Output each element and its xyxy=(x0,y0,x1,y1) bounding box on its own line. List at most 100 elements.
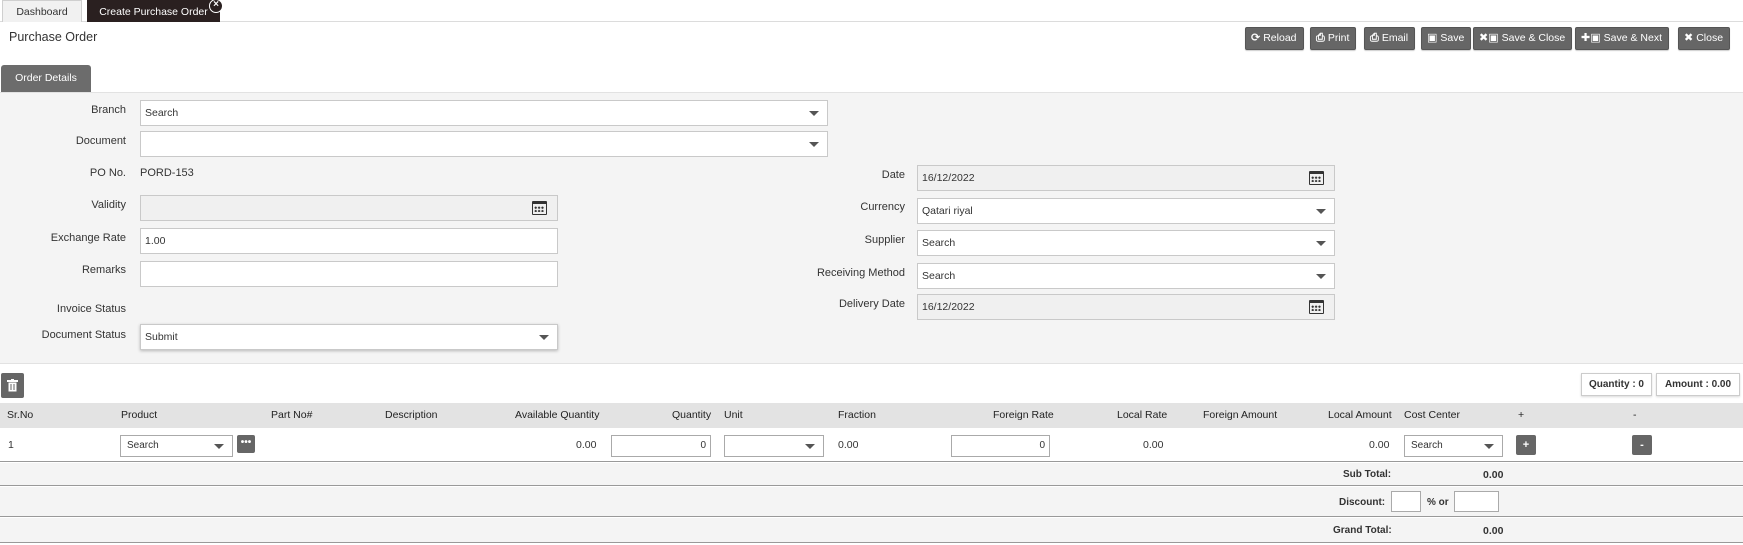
col-description: Description xyxy=(385,409,438,421)
col-local-amount: Local Amount xyxy=(1328,409,1392,421)
save-close-button[interactable]: ✖▣ Save & Close xyxy=(1473,27,1573,50)
receiving-method-select[interactable]: Search xyxy=(917,263,1335,289)
row-local-rate: 0.00 xyxy=(1143,439,1164,451)
table-row: 1 Search ••• 0.00 0 0.00 0 0.00 0.00 Sea… xyxy=(0,428,1743,462)
document-status-select[interactable]: Submit xyxy=(140,324,558,350)
reload-button[interactable]: ⟳ Reload xyxy=(1245,27,1304,50)
discount-percent-input[interactable] xyxy=(1391,491,1421,512)
foreign-rate-input[interactable]: 0 xyxy=(951,435,1050,457)
x-floppy-icon: ✖▣ xyxy=(1479,32,1499,44)
col-remove: - xyxy=(1633,409,1637,421)
remarks-field[interactable] xyxy=(140,261,558,287)
discount-label: Discount: xyxy=(1339,497,1386,508)
currency-select[interactable]: Qatari riyal xyxy=(917,198,1335,224)
grid-header: Sr.No Product Part No# Description Avail… xyxy=(0,403,1743,428)
floppy-icon: ▣ xyxy=(1427,32,1438,44)
chevron-down-icon xyxy=(809,111,819,116)
printer-icon: ⎙ xyxy=(1370,32,1379,44)
row-local-amount: 0.00 xyxy=(1369,439,1390,451)
calendar-icon[interactable] xyxy=(532,201,547,215)
product-lookup-button[interactable]: ••• xyxy=(237,435,255,453)
exchange-rate-field[interactable]: 1.00 xyxy=(140,228,558,254)
exchange-rate-label: Exchange Rate xyxy=(50,232,126,244)
print-button[interactable]: ⎙ Print xyxy=(1310,27,1357,50)
refresh-icon: ⟳ xyxy=(1251,32,1261,44)
chevron-down-icon xyxy=(805,444,815,449)
close-circle-icon[interactable]: × xyxy=(209,0,223,13)
chevron-down-icon xyxy=(1316,241,1326,246)
col-local-rate: Local Rate xyxy=(1117,409,1168,421)
trash-icon xyxy=(7,379,18,392)
grand-total-row: Grand Total: 0.00 xyxy=(0,518,1743,543)
product-select[interactable]: Search xyxy=(120,435,233,457)
remove-row-button[interactable]: - xyxy=(1632,435,1652,455)
quantity-summary: Quantity : 0 xyxy=(1581,373,1652,396)
col-cost-center: Cost Center xyxy=(1404,409,1461,421)
document-status-label: Document Status xyxy=(41,329,126,341)
col-part-no: Part No# xyxy=(271,409,313,421)
row-available-quantity: 0.00 xyxy=(576,439,597,451)
row-sr-no: 1 xyxy=(8,439,14,451)
col-fraction: Fraction xyxy=(838,409,876,421)
chevron-down-icon xyxy=(539,335,549,340)
grand-total-label: Grand Total: xyxy=(1333,525,1392,536)
discount-or-label: % or xyxy=(1427,497,1449,508)
receiving-method-label: Receiving Method xyxy=(816,267,905,279)
cost-center-select[interactable]: Search xyxy=(1404,435,1503,457)
chevron-down-icon xyxy=(1316,274,1326,279)
ellipsis-icon: ••• xyxy=(240,437,252,448)
tab-create-purchase-order[interactable]: Create Purchase Order xyxy=(87,0,220,22)
delete-row-button[interactable] xyxy=(1,373,24,398)
page-title: Purchase Order xyxy=(9,30,98,44)
printer-icon: ⎙ xyxy=(1316,32,1325,44)
supplier-label: Supplier xyxy=(864,234,905,246)
quantity-input[interactable]: 0 xyxy=(611,435,711,457)
email-button[interactable]: ⎙ Email xyxy=(1364,27,1416,50)
date-field[interactable]: 16/12/2022 xyxy=(917,165,1335,191)
calendar-icon[interactable] xyxy=(1309,300,1324,314)
col-quantity: Quantity xyxy=(672,409,712,421)
col-foreign-amount: Foreign Amount xyxy=(1203,409,1278,421)
col-foreign-rate: Foreign Rate xyxy=(993,409,1054,421)
add-row-button[interactable]: + xyxy=(1516,435,1536,455)
chevron-down-icon xyxy=(1316,209,1326,214)
tab-dashboard[interactable]: Dashboard xyxy=(2,0,82,22)
branch-label: Branch xyxy=(91,104,126,116)
supplier-select[interactable]: Search xyxy=(917,230,1335,256)
row-fraction: 0.00 xyxy=(838,439,859,451)
x-icon: ✖ xyxy=(1684,32,1694,44)
discount-row: Discount: % or xyxy=(0,487,1743,517)
invoice-status-label: Invoice Status xyxy=(56,303,126,315)
po-no-value: PORD-153 xyxy=(140,167,194,179)
branch-select[interactable]: Search xyxy=(140,100,828,126)
close-button[interactable]: ✖ Close xyxy=(1678,27,1731,50)
save-next-button[interactable]: ✚▣ Save & Next xyxy=(1575,27,1669,50)
validity-label: Validity xyxy=(91,199,126,211)
validity-date-field[interactable] xyxy=(140,195,558,221)
discount-amount-input[interactable] xyxy=(1454,491,1499,512)
currency-label: Currency xyxy=(860,201,905,213)
col-sr-no: Sr.No xyxy=(7,409,34,421)
sub-total-row: Sub Total: 0.00 xyxy=(0,463,1743,486)
col-unit: Unit xyxy=(724,409,743,421)
sub-total-label: Sub Total: xyxy=(1343,469,1392,480)
unit-select[interactable] xyxy=(724,435,824,457)
col-available-quantity: Available Quantity xyxy=(515,409,600,421)
document-label: Document xyxy=(75,135,126,147)
date-label: Date xyxy=(881,169,905,181)
col-product: Product xyxy=(121,409,158,421)
document-select[interactable] xyxy=(140,131,828,157)
calendar-icon[interactable] xyxy=(1309,171,1324,185)
po-no-label: PO No. xyxy=(89,167,126,179)
save-button[interactable]: ▣ Save xyxy=(1421,27,1472,50)
plus-floppy-icon: ✚▣ xyxy=(1581,32,1601,44)
delivery-date-field[interactable]: 16/12/2022 xyxy=(917,294,1335,320)
chevron-down-icon xyxy=(809,142,819,147)
delivery-date-label: Delivery Date xyxy=(838,298,905,310)
remarks-label: Remarks xyxy=(81,264,126,276)
tab-bar: Dashboard Create Purchase Order × xyxy=(0,0,1743,22)
col-add: + xyxy=(1518,409,1525,421)
chevron-down-icon xyxy=(214,444,224,449)
tab-order-details[interactable]: Order Details xyxy=(1,65,91,92)
sub-total-value: 0.00 xyxy=(1483,469,1504,481)
